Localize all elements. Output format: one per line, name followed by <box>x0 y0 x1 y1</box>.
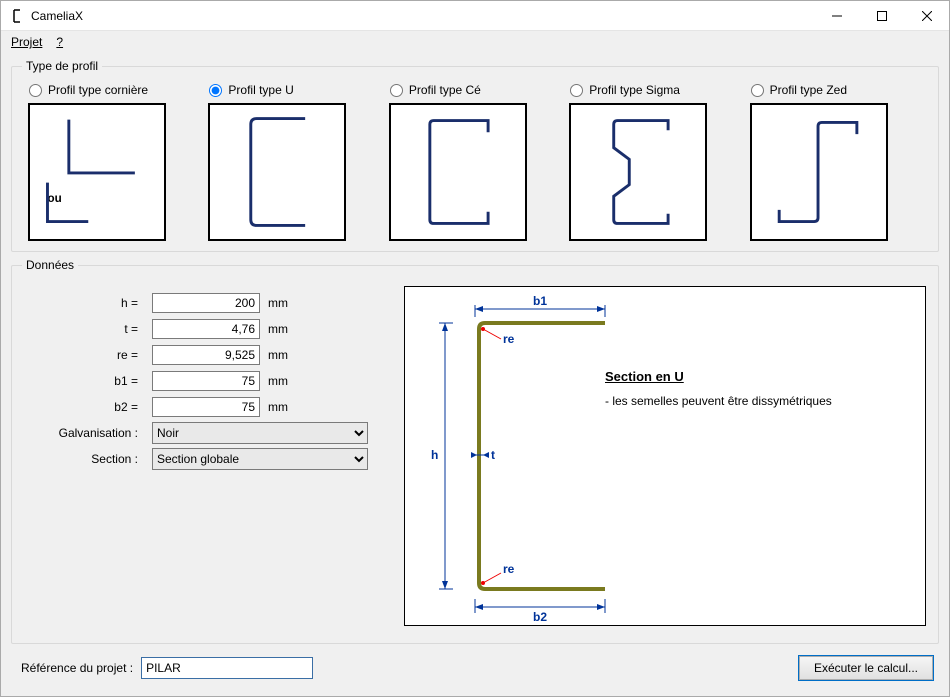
svg-text:b1: b1 <box>533 294 547 308</box>
radio-ce-label: Profil type Cé <box>409 83 481 97</box>
radio-u-input[interactable] <box>209 84 222 97</box>
radio-zed[interactable]: Profil type Zed <box>750 81 847 99</box>
label-b1: b1 = <box>24 374 144 388</box>
svg-text:h: h <box>431 448 438 462</box>
content-area: Type de profil Profil type cornière ou <box>1 53 949 696</box>
profile-zed: Profil type Zed <box>750 81 922 241</box>
maximize-button[interactable] <box>859 1 904 30</box>
profile-ce-icon <box>389 103 527 241</box>
profile-corniere: Profil type cornière ou <box>28 81 200 241</box>
close-button[interactable] <box>904 1 949 30</box>
app-window: CameliaX Projet ? Type de profil <box>0 0 950 697</box>
menubar: Projet ? <box>1 31 949 53</box>
input-reference[interactable] <box>141 657 313 679</box>
profile-corniere-icon: ou <box>28 103 166 241</box>
input-t[interactable] <box>152 319 260 339</box>
radio-corniere-label: Profil type cornière <box>48 83 148 97</box>
select-galvanisation[interactable]: Noir <box>152 422 368 444</box>
menu-help[interactable]: ? <box>56 35 63 49</box>
diagram-column: b1 re re <box>404 286 926 626</box>
profile-type-group: Type de profil Profil type cornière ou <box>11 59 939 252</box>
window-controls <box>814 1 949 30</box>
footer: Référence du projet : Exécuter le calcul… <box>11 650 939 686</box>
data-legend: Données <box>22 258 78 272</box>
diagram-note: - les semelles peuvent être dissymétriqu… <box>605 394 915 408</box>
profile-sigma-icon <box>569 103 707 241</box>
label-galvanisation: Galvanisation : <box>24 426 144 440</box>
radio-ce-input[interactable] <box>390 84 403 97</box>
minimize-button[interactable] <box>814 1 859 30</box>
unit-re: mm <box>268 348 298 362</box>
svg-text:t: t <box>491 448 495 462</box>
unit-h: mm <box>268 296 298 310</box>
profile-zed-icon <box>750 103 888 241</box>
radio-corniere[interactable]: Profil type cornière <box>28 81 148 99</box>
unit-b1: mm <box>268 374 298 388</box>
profile-u: Profil type U <box>208 81 380 241</box>
unit-t: mm <box>268 322 298 336</box>
label-reference: Référence du projet : <box>21 661 133 675</box>
radio-sigma-input[interactable] <box>570 84 583 97</box>
profile-type-legend: Type de profil <box>22 59 102 73</box>
titlebar: CameliaX <box>1 1 949 31</box>
svg-text:re: re <box>503 332 515 346</box>
svg-text:re: re <box>503 562 515 576</box>
input-b1[interactable] <box>152 371 260 391</box>
radio-sigma-label: Profil type Sigma <box>589 83 680 97</box>
input-re[interactable] <box>152 345 260 365</box>
radio-corniere-input[interactable] <box>29 84 42 97</box>
radio-zed-input[interactable] <box>751 84 764 97</box>
profile-ce: Profil type Cé <box>389 81 561 241</box>
label-t: t = <box>24 322 144 336</box>
label-re: re = <box>24 348 144 362</box>
radio-u-label: Profil type U <box>228 83 293 97</box>
label-b2: b2 = <box>24 400 144 414</box>
radio-u[interactable]: Profil type U <box>208 81 293 99</box>
unit-b2: mm <box>268 400 298 414</box>
window-title: CameliaX <box>31 9 814 23</box>
label-section: Section : <box>24 452 144 466</box>
diagram-title: Section en U <box>605 369 915 384</box>
corniere-ou-label: ou <box>47 192 61 205</box>
svg-text:b2: b2 <box>533 610 547 624</box>
radio-zed-label: Profil type Zed <box>770 83 847 97</box>
input-h[interactable] <box>152 293 260 313</box>
profile-u-icon <box>208 103 346 241</box>
app-icon <box>9 8 25 24</box>
input-b2[interactable] <box>152 397 260 417</box>
radio-sigma[interactable]: Profil type Sigma <box>569 81 680 99</box>
form-column: h = mm t = mm re = mm b <box>24 286 384 626</box>
select-section[interactable]: Section globale <box>152 448 368 470</box>
profile-sigma: Profil type Sigma <box>569 81 741 241</box>
radio-ce[interactable]: Profil type Cé <box>389 81 481 99</box>
menu-projet[interactable]: Projet <box>11 35 42 49</box>
label-h: h = <box>24 296 144 310</box>
data-group: Données h = mm t = mm re = <box>11 258 939 644</box>
execute-button[interactable]: Exécuter le calcul... <box>799 656 933 680</box>
section-diagram: b1 re re <box>404 286 926 626</box>
